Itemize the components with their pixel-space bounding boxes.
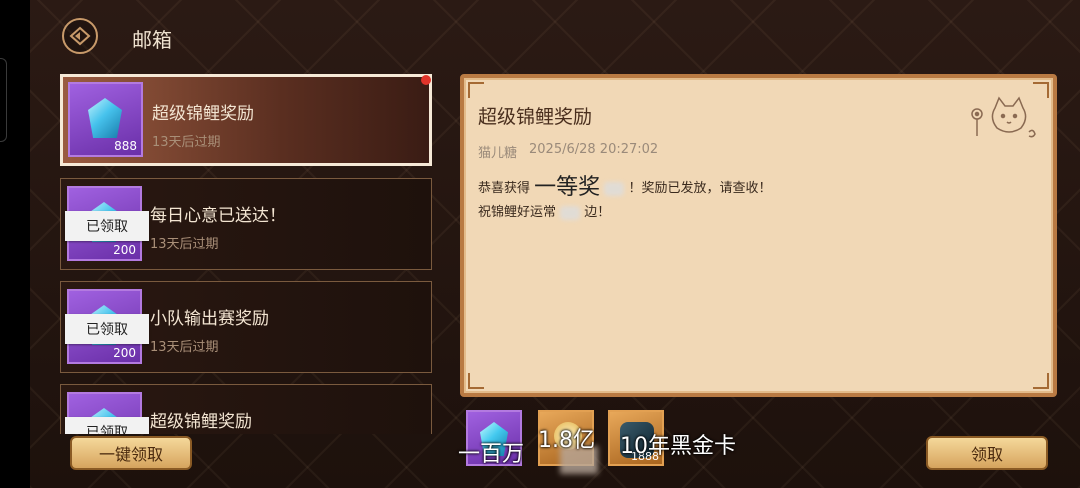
gem-icon xyxy=(88,98,122,138)
body-text: 边！ xyxy=(584,205,611,220)
page-title: 邮箱 xyxy=(132,28,172,52)
claimed-badge: 已领取 xyxy=(65,211,149,241)
claimed-badge: 已领取 xyxy=(65,314,149,344)
corner-ornament xyxy=(1033,373,1049,389)
detail-line-2: 祝锦鲤好运常 边！ xyxy=(478,201,771,225)
unread-dot xyxy=(421,75,431,85)
mail-title: 超级锦鲤奖励 xyxy=(152,104,254,124)
detail-body: 恭喜获得 一等奖 ！奖励已发放，请查收！ 祝锦鲤好运常 边！ xyxy=(478,176,771,225)
mail-item[interactable]: 888 超级锦鲤奖励 13天后过期 xyxy=(60,74,432,166)
detail-title: 超级锦鲤奖励 xyxy=(478,106,593,128)
mail-item[interactable]: 已领取 超级锦鲤奖励 xyxy=(60,384,432,434)
mail-expire: 13天后过期 xyxy=(150,340,219,355)
cat-mascot-icon xyxy=(971,96,1036,138)
mail-list[interactable]: 888 超级锦鲤奖励 13天后过期 200 已领取 每日心意已送达！ 13天后过… xyxy=(60,74,434,434)
detail-sender: 猫儿糖 xyxy=(478,146,518,161)
overlay-label: 1.8亿 xyxy=(538,428,595,453)
mail-expire: 13天后过期 xyxy=(150,237,219,252)
body-text: 祝锦鲤好运常 xyxy=(478,205,557,220)
edge-handle xyxy=(0,58,7,142)
mail-title: 小队输出赛奖励 xyxy=(150,309,269,329)
mail-item[interactable]: 200 已领取 小队输出赛奖励 13天后过期 xyxy=(60,281,432,373)
detail-line-1: 恭喜获得 一等奖 ！奖励已发放，请查收！ xyxy=(478,176,771,201)
claim-button[interactable]: 领取 xyxy=(926,436,1048,470)
mail-title: 每日心意已送达！ xyxy=(150,206,286,226)
screen-edge xyxy=(0,0,30,488)
blurred-text xyxy=(604,181,625,196)
mail-title: 超级锦鲤奖励 xyxy=(150,412,252,432)
mail-attachment-thumb: 888 xyxy=(68,82,143,157)
attachment-count: 888 xyxy=(114,139,137,153)
back-icon xyxy=(69,26,91,46)
detail-meta: 猫儿糖 2025/6/28 20:27:02 xyxy=(478,142,658,161)
prize-text: 一等奖 xyxy=(534,175,601,200)
detail-time: 2025/6/28 20:27:02 xyxy=(529,142,659,157)
claimed-badge: 已领取 xyxy=(65,417,149,434)
attachment-count: 200 xyxy=(113,346,136,360)
mail-item[interactable]: 200 已领取 每日心意已送达！ 13天后过期 xyxy=(60,178,432,270)
corner-ornament xyxy=(468,373,484,389)
claim-all-button[interactable]: 一键领取 xyxy=(70,436,192,470)
overlay-label: 一百万 xyxy=(458,442,525,467)
blurred-text xyxy=(560,205,581,220)
mail-detail-panel: 超级锦鲤奖励 猫儿糖 2025/6/28 20:27:02 恭喜获得 一等奖 ！… xyxy=(460,74,1057,397)
back-button[interactable] xyxy=(62,18,98,54)
mail-expire: 13天后过期 xyxy=(152,135,221,150)
body-text: 恭喜获得 xyxy=(478,181,531,196)
attachment-count: 200 xyxy=(113,243,136,257)
corner-ornament xyxy=(468,82,484,98)
body-text: ！奖励已发放，请查收！ xyxy=(628,181,772,196)
overlay-label: 10年黑金卡 xyxy=(620,434,736,459)
